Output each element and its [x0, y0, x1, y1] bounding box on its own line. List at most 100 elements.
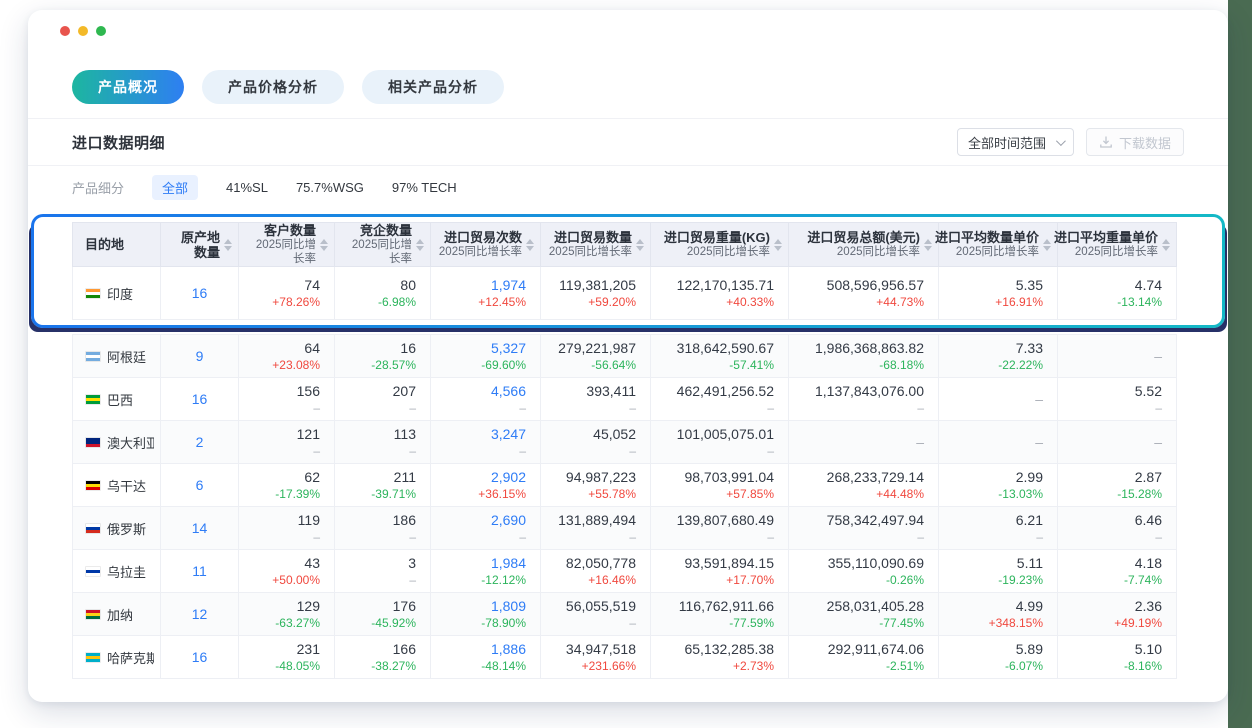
metric-cell-trade-count[interactable]: 3,247–: [431, 421, 541, 464]
growth-rate: -7.74%: [1072, 572, 1162, 588]
minimize-window-button[interactable]: [78, 26, 88, 36]
metric-value: 186: [349, 511, 416, 529]
sort-icon[interactable]: [774, 239, 782, 251]
trade-count-link[interactable]: 1,886: [445, 640, 526, 658]
trade-count-link[interactable]: 5,327: [445, 339, 526, 357]
metric-cell-trade-count[interactable]: 2,902+36.15%: [431, 464, 541, 507]
country-cell[interactable]: 澳大利亚: [73, 421, 161, 464]
country-cell[interactable]: 乌拉圭: [73, 550, 161, 593]
growth-rate: –: [555, 615, 636, 631]
country-cell[interactable]: 哈萨克斯坦: [73, 636, 161, 679]
country-cell[interactable]: 阿根廷: [73, 335, 161, 378]
tab-0[interactable]: 产品概况: [72, 70, 184, 104]
trade-count-link[interactable]: 1,974: [445, 276, 526, 294]
growth-rate: –: [555, 529, 636, 545]
close-window-button[interactable]: [60, 26, 70, 36]
column-header-origin-count[interactable]: 原产地数量: [161, 223, 239, 267]
chevron-down-icon: [1056, 136, 1066, 146]
growth-rate: -6.07%: [953, 658, 1043, 674]
origin-count-link[interactable]: 11: [161, 550, 239, 593]
segment-option-2[interactable]: 75.7%WSG: [296, 180, 364, 195]
trade-count-link[interactable]: 1,984: [445, 554, 526, 572]
sort-icon[interactable]: [636, 239, 644, 251]
metric-cell-trade-weight: 122,170,135.71+40.33%: [651, 267, 789, 320]
tab-1[interactable]: 产品价格分析: [202, 70, 344, 104]
metric-cell-trade-count[interactable]: 5,327-69.60%: [431, 335, 541, 378]
origin-count-link[interactable]: 2: [161, 421, 239, 464]
origin-count-link[interactable]: 9: [161, 335, 239, 378]
metric-cell-trade-count[interactable]: 1,984-12.12%: [431, 550, 541, 593]
metric-value: 80: [349, 276, 416, 294]
column-header-trade-weight[interactable]: 进口贸易重量(KG)2025同比增长率: [651, 223, 789, 267]
growth-rate: +40.33%: [665, 294, 774, 310]
metric-value: 7.33: [953, 339, 1043, 357]
metric-cell-trade-count[interactable]: 2,690–: [431, 507, 541, 550]
origin-count-link[interactable]: 16: [161, 378, 239, 421]
growth-rate: –: [445, 443, 526, 459]
segment-option-1[interactable]: 41%SL: [226, 180, 268, 195]
country-cell[interactable]: 乌干达: [73, 464, 161, 507]
metric-value: 5.35: [953, 276, 1043, 294]
segment-option-0[interactable]: 全部: [152, 175, 198, 200]
metric-cell-trade-count[interactable]: 1,974+12.45%: [431, 267, 541, 320]
trade-count-link[interactable]: 2,902: [445, 468, 526, 486]
metric-cell-trade-count[interactable]: 1,809-78.90%: [431, 593, 541, 636]
tab-2[interactable]: 相关产品分析: [362, 70, 504, 104]
time-range-select[interactable]: 全部时间范围: [957, 128, 1074, 156]
growth-rate: –: [803, 529, 924, 545]
column-header-avg-weight-price[interactable]: 进口平均重量单价2025同比增长率: [1058, 223, 1177, 267]
growth-rate: –: [445, 529, 526, 545]
country-cell[interactable]: 印度: [73, 267, 161, 320]
column-header-trade-value[interactable]: 进口贸易总额(美元)2025同比增长率: [789, 223, 939, 267]
metric-cell-trade-count[interactable]: 1,886-48.14%: [431, 636, 541, 679]
column-header-trade-quantity[interactable]: 进口贸易数量2025同比增长率: [541, 223, 651, 267]
country-cell[interactable]: 俄罗斯: [73, 507, 161, 550]
metric-value: 43: [253, 554, 320, 572]
trade-count-link[interactable]: 4,566: [445, 382, 526, 400]
sort-icon[interactable]: [320, 239, 328, 251]
metric-value: 16: [349, 339, 416, 357]
growth-rate: -28.57%: [349, 357, 416, 373]
metric-value: 2.99: [953, 468, 1043, 486]
table-row-5: 乌拉圭1143+50.00%3–1,984-12.12%82,050,778+1…: [73, 550, 1177, 593]
metric-value: 98,703,991.04: [665, 468, 774, 486]
trade-count-link[interactable]: 1,809: [445, 597, 526, 615]
metric-cell-competitor-count: 186–: [335, 507, 431, 550]
metric-value: 1,137,843,076.00: [803, 382, 924, 400]
trade-count-link[interactable]: 2,690: [445, 511, 526, 529]
metric-value: 207: [349, 382, 416, 400]
metric-cell-trade-quantity: 94,987,223+55.78%: [541, 464, 651, 507]
download-data-button[interactable]: 下载数据: [1086, 128, 1184, 156]
origin-count-link[interactable]: 16: [161, 267, 239, 320]
column-title: 进口贸易总额(美元): [807, 230, 920, 245]
sort-icon[interactable]: [1162, 239, 1170, 251]
maximize-window-button[interactable]: [96, 26, 106, 36]
sort-icon[interactable]: [416, 239, 424, 251]
country-cell[interactable]: 加纳: [73, 593, 161, 636]
metric-cell-trade-value: 268,233,729.14+44.48%: [789, 464, 939, 507]
country-flag-icon: [85, 566, 101, 577]
column-header-avg-quantity-price[interactable]: 进口平均数量单价2025同比增长率: [939, 223, 1058, 267]
country-cell[interactable]: 巴西: [73, 378, 161, 421]
desktop-edge-strip: [1228, 0, 1252, 728]
time-range-value: 全部时间范围: [968, 133, 1046, 152]
sort-icon[interactable]: [224, 239, 232, 251]
metric-value: 116,762,911.66: [665, 597, 774, 615]
origin-count-link[interactable]: 12: [161, 593, 239, 636]
trade-count-link[interactable]: 3,247: [445, 425, 526, 443]
growth-rate: -45.92%: [349, 615, 416, 631]
column-header-customer-count[interactable]: 客户数量2025同比增长率: [239, 223, 335, 267]
column-header-trade-count[interactable]: 进口贸易次数2025同比增长率: [431, 223, 541, 267]
origin-count-link[interactable]: 16: [161, 636, 239, 679]
growth-rate: -69.60%: [445, 357, 526, 373]
sort-icon[interactable]: [526, 239, 534, 251]
metric-cell-trade-weight: 101,005,075.01–: [651, 421, 789, 464]
origin-count-link[interactable]: 6: [161, 464, 239, 507]
column-header-competitor-count[interactable]: 竞企数量2025同比增长率: [335, 223, 431, 267]
metric-cell-trade-count[interactable]: 4,566–: [431, 378, 541, 421]
origin-count-link[interactable]: 14: [161, 507, 239, 550]
growth-rate: +49.19%: [1072, 615, 1162, 631]
sort-icon[interactable]: [1043, 239, 1051, 251]
segment-option-3[interactable]: 97% TECH: [392, 180, 457, 195]
sort-icon[interactable]: [924, 239, 932, 251]
